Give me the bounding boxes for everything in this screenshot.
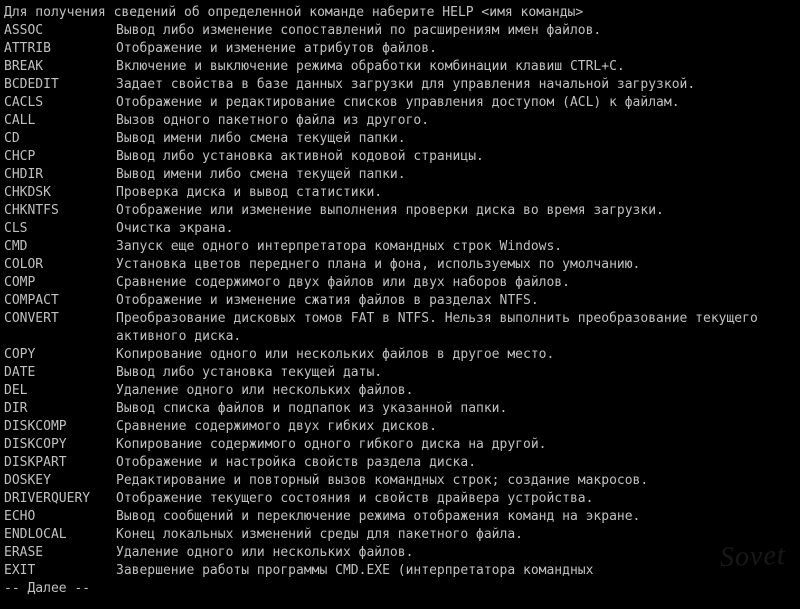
command-description: Копирование одного или нескольких файлов…: [116, 346, 796, 364]
command-name: COLOR: [4, 256, 116, 274]
command-name: CACLS: [4, 94, 116, 112]
command-row: CALLВызов одного пакетного файла из друг…: [4, 112, 796, 130]
command-name: CHCP: [4, 148, 116, 166]
command-description: Вывод списка файлов и подпапок из указан…: [116, 400, 796, 418]
command-name: DISKCOPY: [4, 436, 116, 454]
command-name: CHDIR: [4, 166, 116, 184]
command-list: ASSOCВывод либо изменение сопоставлений …: [4, 22, 796, 580]
command-row: ERASEУдаление одного или нескольких файл…: [4, 544, 796, 562]
command-name: EXIT: [4, 562, 116, 580]
command-description: Отображение или изменение выполнения про…: [116, 202, 796, 220]
command-description: Удаление одного или нескольких файлов.: [116, 382, 796, 400]
command-row: DELУдаление одного или нескольких файлов…: [4, 382, 796, 400]
command-description: Включение и выключение режима обработки …: [116, 58, 796, 76]
command-name: CONVERT: [4, 310, 116, 328]
command-row: CHKNTFSОтображение или изменение выполне…: [4, 202, 796, 220]
command-row: DISKCOMPСравнение содержимого двух гибки…: [4, 418, 796, 436]
command-name: BREAK: [4, 58, 116, 76]
command-description: Вывод сообщений и переключение режима от…: [116, 508, 796, 526]
command-row: CHKDSKПроверка диска и вывод статистики.: [4, 184, 796, 202]
command-name: ENDLOCAL: [4, 526, 116, 544]
command-description: Отображение и изменение атрибутов файлов…: [116, 40, 796, 58]
command-description: Удаление одного или нескольких файлов.: [116, 544, 796, 562]
command-name: ECHO: [4, 508, 116, 526]
command-description: Редактирование и повторный вызов командн…: [116, 472, 796, 490]
terminal-output[interactable]: Для получения сведений об определенной к…: [0, 0, 800, 609]
command-name: ASSOC: [4, 22, 116, 40]
command-name: DRIVERQUERY: [4, 490, 116, 508]
command-name: CLS: [4, 220, 116, 238]
command-name: CHKDSK: [4, 184, 116, 202]
command-name: DISKPART: [4, 454, 116, 472]
command-row: COPYКопирование одного или нескольких фа…: [4, 346, 796, 364]
command-description: Отображение текущего состояния и свойств…: [116, 490, 796, 508]
command-description: Завершение работы программы CMD.EXE (инт…: [116, 562, 796, 580]
command-description: Вывод либо установка текущей даты.: [116, 364, 796, 382]
command-row: DOSKEYРедактирование и повторный вызов к…: [4, 472, 796, 490]
command-name: CD: [4, 130, 116, 148]
command-name: COMPACT: [4, 292, 116, 310]
command-row: ATTRIBОтображение и изменение атрибутов …: [4, 40, 796, 58]
command-row: ENDLOCALКонец локальных изменений среды …: [4, 526, 796, 544]
command-row: EXITЗавершение работы программы CMD.EXE …: [4, 562, 796, 580]
command-row: CHCPВывод либо установка активной кодово…: [4, 148, 796, 166]
command-description: Вывод имени либо смена текущей папки.: [116, 166, 796, 184]
command-name: BCDEDIT: [4, 76, 116, 94]
command-row: DIRВывод списка файлов и подпапок из ука…: [4, 400, 796, 418]
command-row: DRIVERQUERYОтображение текущего состояни…: [4, 490, 796, 508]
command-description: Очистка экрана.: [116, 220, 796, 238]
command-description: Вывод имени либо смена текущей папки.: [116, 130, 796, 148]
command-row: DISKCOPYКопирование содержимого одного г…: [4, 436, 796, 454]
command-row: DATEВывод либо установка текущей даты.: [4, 364, 796, 382]
command-name: ERASE: [4, 544, 116, 562]
command-row: COLORУстановка цветов переднего плана и …: [4, 256, 796, 274]
command-row: CHDIRВывод имени либо смена текущей папк…: [4, 166, 796, 184]
command-name: COMP: [4, 274, 116, 292]
command-description: Отображение и редактирование списков упр…: [116, 94, 796, 112]
command-name: DIR: [4, 400, 116, 418]
command-name: CHKNTFS: [4, 202, 116, 220]
command-row: COMPСравнение содержимого двух файлов ил…: [4, 274, 796, 292]
command-row: CLSОчистка экрана.: [4, 220, 796, 238]
command-description: Преобразование дисковых томов FAT в NTFS…: [116, 310, 796, 346]
command-description: Отображение и настройка свойств раздела …: [116, 454, 796, 472]
command-row: DISKPARTОтображение и настройка свойств …: [4, 454, 796, 472]
command-description: Копирование содержимого одного гибкого д…: [116, 436, 796, 454]
command-description: Конец локальных изменений среды для паке…: [116, 526, 796, 544]
command-row: CACLSОтображение и редактирование списко…: [4, 94, 796, 112]
command-name: DEL: [4, 382, 116, 400]
more-prompt[interactable]: -- Далее --: [4, 580, 796, 598]
command-row: CMDЗапуск еще одного интерпретатора кома…: [4, 238, 796, 256]
help-intro-line: Для получения сведений об определенной к…: [4, 4, 796, 22]
command-description: Запуск еще одного интерпретатора командн…: [116, 238, 796, 256]
command-description: Установка цветов переднего плана и фона,…: [116, 256, 796, 274]
command-row: ASSOCВывод либо изменение сопоставлений …: [4, 22, 796, 40]
command-description: Вызов одного пакетного файла из другого.: [116, 112, 796, 130]
command-row: BREAKВключение и выключение режима обраб…: [4, 58, 796, 76]
command-description: Вывод либо изменение сопоставлений по ра…: [116, 22, 796, 40]
command-row: COMPACTОтображение и изменение сжатия фа…: [4, 292, 796, 310]
command-description: Сравнение содержимого двух гибких дисков…: [116, 418, 796, 436]
command-description: Задает свойства в базе данных загрузки д…: [116, 76, 796, 94]
command-row: CDВывод имени либо смена текущей папки.: [4, 130, 796, 148]
command-name: DATE: [4, 364, 116, 382]
command-name: ATTRIB: [4, 40, 116, 58]
command-description: Отображение и изменение сжатия файлов в …: [116, 292, 796, 310]
command-name: DISKCOMP: [4, 418, 116, 436]
command-row: CONVERTПреобразование дисковых томов FAT…: [4, 310, 796, 346]
command-row: BCDEDITЗадает свойства в базе данных заг…: [4, 76, 796, 94]
command-name: CALL: [4, 112, 116, 130]
command-name: COPY: [4, 346, 116, 364]
command-name: DOSKEY: [4, 472, 116, 490]
command-name: CMD: [4, 238, 116, 256]
command-row: ECHOВывод сообщений и переключение режим…: [4, 508, 796, 526]
command-description: Проверка диска и вывод статистики.: [116, 184, 796, 202]
command-description: Вывод либо установка активной кодовой ст…: [116, 148, 796, 166]
command-description: Сравнение содержимого двух файлов или дв…: [116, 274, 796, 292]
